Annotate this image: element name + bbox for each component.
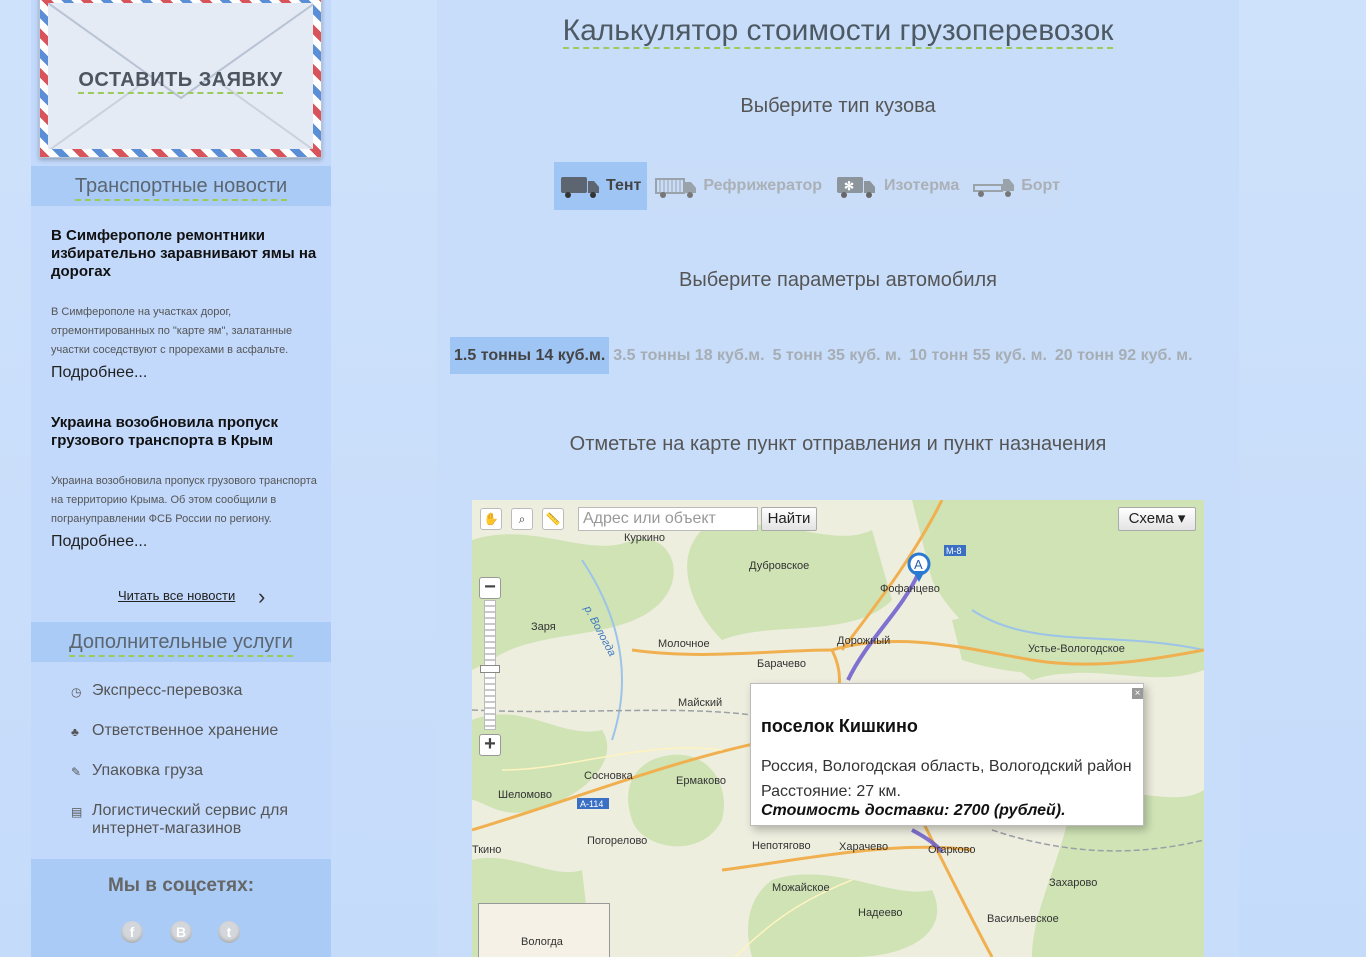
envelope-label[interactable]: ОСТАВИТЬ ЗАЯВКУ bbox=[78, 69, 283, 94]
map-place-label: Шеломово bbox=[498, 789, 553, 801]
body-type-refrigerator[interactable]: Рефрижератор bbox=[649, 162, 829, 210]
flatbed-truck-icon bbox=[973, 179, 1015, 197]
news-more-link[interactable]: Подробнее... bbox=[51, 533, 321, 551]
sidebar: ОСТАВИТЬ ЗАЯВКУ Транспортные новости В С… bbox=[31, 0, 331, 957]
news-item: Украина возобновила пропуск грузового тр… bbox=[51, 414, 321, 551]
pan-tool-icon[interactable]: ✋ bbox=[480, 508, 502, 530]
social-section: Мы в соцсетях: f B t bbox=[31, 859, 331, 957]
service-item-packing[interactable]: ✎ Упаковка груза bbox=[71, 762, 311, 780]
news-item: В Симферополе ремонтники избирательно за… bbox=[51, 227, 321, 382]
zoom-slider-handle[interactable] bbox=[480, 665, 500, 673]
map-place-label: Майский bbox=[678, 697, 723, 709]
map-place-label: Надеево bbox=[858, 907, 903, 919]
map-place-label: Можайское bbox=[772, 882, 830, 894]
map-place-label: Сосновка bbox=[584, 770, 633, 782]
ruler-tool-icon[interactable]: 📏 bbox=[542, 508, 564, 530]
map-place-label: Куркино bbox=[624, 532, 666, 544]
zoom-area-tool-icon[interactable]: ⌕ bbox=[511, 508, 533, 530]
balloon-title: поселок Кишкино bbox=[761, 716, 918, 736]
map-place-label: Вологда bbox=[521, 936, 563, 948]
body-type-isotherm[interactable]: ✻ Изотерма bbox=[830, 162, 966, 210]
map-place-label: Молочное bbox=[658, 638, 710, 650]
map-find-button[interactable]: Найти bbox=[761, 507, 817, 531]
road-label: A-114 bbox=[580, 799, 603, 809]
param-option[interactable]: 5 тонн 35 куб. м. bbox=[769, 337, 906, 374]
body-type-selector: Тент Рефрижератор ✻ Изотерма Борт bbox=[554, 162, 1068, 210]
map-place-label: Устье-Вологодское bbox=[1028, 643, 1125, 655]
map-place-label: Дубровское bbox=[749, 560, 810, 572]
envelope-body: ОСТАВИТЬ ЗАЯВКУ bbox=[48, 3, 313, 149]
map-place-label: Дорожный bbox=[837, 635, 891, 647]
body-type-tent[interactable]: Тент bbox=[554, 162, 648, 210]
map-place-label: Барачево bbox=[757, 658, 807, 670]
map-heading: Отметьте на карте пункт отправления и пу… bbox=[569, 433, 1107, 455]
map-place-label: Заря bbox=[531, 621, 556, 633]
news-text: В Симферополе на участках дорог, отремон… bbox=[51, 306, 293, 356]
map-type-dropdown[interactable]: Схема ▾ bbox=[1118, 507, 1196, 531]
close-icon[interactable]: × bbox=[1132, 688, 1143, 699]
refrigerator-truck-icon bbox=[655, 178, 697, 198]
map-place-label: Васильевское bbox=[987, 913, 1059, 925]
tent-truck-icon bbox=[561, 177, 599, 198]
news-text: Украина возобновила пропуск грузового тр… bbox=[51, 475, 317, 525]
map-place-label: Фофанцево bbox=[880, 583, 940, 595]
cart-icon: ▤ bbox=[71, 805, 83, 819]
map-place-label: Огарково bbox=[928, 844, 976, 856]
road-label: M-8 bbox=[946, 546, 962, 556]
svg-text:✻: ✻ bbox=[844, 179, 854, 193]
zoom-in-button[interactable]: + bbox=[479, 734, 501, 756]
social-heading: Мы в соцсетях: bbox=[107, 875, 255, 896]
twitter-icon[interactable]: t bbox=[218, 921, 240, 943]
map-search-input[interactable]: Адрес или объект bbox=[578, 507, 758, 531]
news-more-link[interactable]: Подробнее... bbox=[51, 364, 321, 382]
body-type-heading: Выберите тип кузова bbox=[740, 95, 936, 117]
news-title[interactable]: Украина возобновила пропуск грузового тр… bbox=[51, 414, 321, 450]
balloon-address: Россия, Вологодская область, Вологодский… bbox=[761, 758, 1132, 775]
balloon-distance: Расстояние: 27 км. bbox=[761, 783, 901, 800]
map-place-label: Непотягово bbox=[752, 840, 811, 852]
vkontakte-icon[interactable]: B bbox=[170, 921, 192, 943]
request-envelope-button[interactable]: ОСТАВИТЬ ЗАЯВКУ bbox=[39, 0, 322, 158]
param-option[interactable]: 10 тонн 55 куб. м. bbox=[905, 337, 1051, 374]
params-heading: Выберите параметры автомобиля bbox=[679, 269, 997, 291]
all-news-link[interactable]: Читать все новости bbox=[118, 588, 235, 603]
news-heading: Транспортные новости bbox=[31, 166, 331, 206]
map-place-label: Ткино bbox=[472, 844, 502, 856]
param-option[interactable]: 20 тонн 92 куб. м. bbox=[1051, 337, 1197, 374]
calculator: Калькулятор стоимости грузоперевозок Выб… bbox=[437, 0, 1239, 957]
route-start-marker[interactable]: A bbox=[914, 557, 923, 572]
body-type-flatbed[interactable]: Борт bbox=[967, 162, 1066, 210]
param-option[interactable]: 1.5 тонны 14 куб.м. bbox=[450, 337, 610, 374]
service-item-express[interactable]: ◷ Экспресс-перевозка bbox=[71, 682, 311, 700]
zoom-out-button[interactable]: − bbox=[479, 577, 501, 599]
map-place-label: Захарово bbox=[1049, 877, 1098, 889]
packing-icon: ✎ bbox=[71, 765, 82, 779]
service-item-logistics[interactable]: ▤ Логистический сервис для интернет-мага… bbox=[71, 802, 311, 838]
params-selector: 1.5 тонны 14 куб.м. 3.5 тонны 18 куб.м. … bbox=[450, 337, 1197, 374]
facebook-icon[interactable]: f bbox=[121, 921, 143, 943]
guard-icon: ♣ bbox=[71, 725, 79, 739]
route-map[interactable]: M-8 A-114 A Куркино Дубровское Фофанцево… bbox=[472, 500, 1204, 957]
clock-icon: ◷ bbox=[71, 685, 82, 699]
overview-minimap[interactable]: Вологда bbox=[478, 903, 610, 957]
param-option[interactable]: 3.5 тонны 18 куб.м. bbox=[609, 337, 768, 374]
chevron-right-icon[interactable]: › bbox=[258, 584, 265, 610]
map-place-label: Ермаково bbox=[676, 775, 727, 787]
page-title: Калькулятор стоимости грузоперевозок bbox=[562, 14, 1114, 49]
services-heading: Дополнительные услуги bbox=[31, 622, 331, 662]
map-place-label: Погорелово bbox=[587, 835, 648, 847]
isotherm-truck-icon: ✻ bbox=[837, 177, 876, 198]
service-item-storage[interactable]: ♣ Ответственное хранение bbox=[71, 722, 311, 740]
balloon-cost: Стоимость доставки: 2700 (рублей). bbox=[761, 802, 1066, 819]
news-title[interactable]: В Симферополе ремонтники избирательно за… bbox=[51, 227, 321, 281]
map-place-label: Харачево bbox=[839, 841, 889, 853]
destination-info-balloon: × поселок Кишкино Россия, Вологодская об… bbox=[750, 683, 1144, 826]
